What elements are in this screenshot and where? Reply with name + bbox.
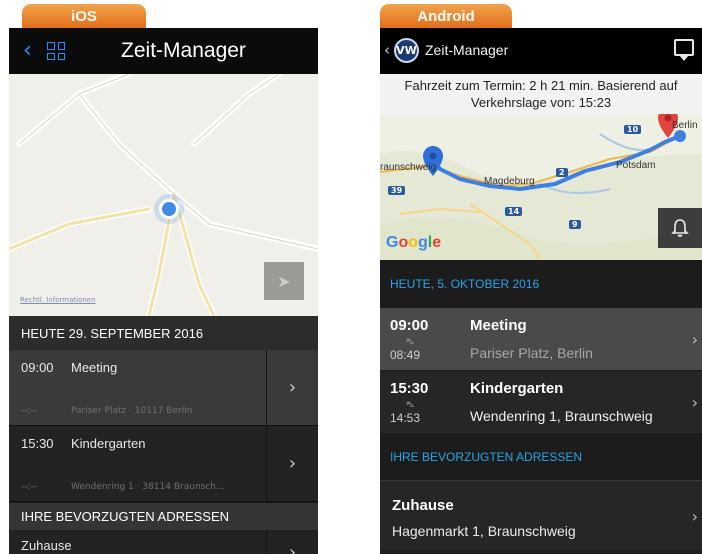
departure-time: --:-- <box>21 482 38 492</box>
favorites-section-header: IHRE BEVORZUGTEN ADRESSEN <box>380 432 702 480</box>
appointment-row[interactable]: 09:00 ⛍ 08:49 Meeting Pariser Platz, Ber… <box>380 308 702 370</box>
android-platform-tag: Android <box>380 4 512 28</box>
appointment-row[interactable]: 15:30 ⛍ 14:53 Kindergarten Wendenring 1,… <box>380 370 702 432</box>
appointment-address: Wendenring 1, Braunschweig <box>470 408 653 424</box>
city-label: Berlin <box>672 120 698 131</box>
grid-menu-icon[interactable] <box>47 42 65 60</box>
car-icon: ⛍ <box>406 400 415 409</box>
appointment-row[interactable]: 15:30 Kindergarten --:-- Wendenring 1 · … <box>9 426 318 502</box>
comparison-stage: iOS Android ‹ Zeit-Manager Rechtl. Infor… <box>0 0 702 554</box>
favorite-address-row[interactable]: Zuhause Hagenmarkt 1, Braunschweig › <box>380 480 702 550</box>
departure-time: --:-- <box>21 406 38 416</box>
appointment-title: Meeting <box>71 360 118 375</box>
travel-time-line: Fahrzeit zum Termin: 2 h 21 min. Basiere… <box>404 78 678 93</box>
appointment-address: Pariser Platz · 10117 Berlin <box>71 406 193 416</box>
google-letter: o <box>398 234 409 251</box>
road-badge: 10 <box>624 125 642 134</box>
page-title: Zeit-Manager <box>425 42 509 58</box>
appointment-title: Kindergarten <box>470 380 564 397</box>
city-label: Magdeburg <box>484 176 535 187</box>
road-badge: 2 <box>556 168 568 177</box>
appointment-row[interactable]: 09:00 Meeting --:-- Pariser Platz · 1011… <box>9 350 318 426</box>
chevron-right-icon[interactable]: › <box>692 393 698 412</box>
google-logo: Google <box>386 234 441 252</box>
bell-icon[interactable] <box>658 208 702 248</box>
chevron-right-icon[interactable]: › <box>266 350 318 425</box>
appointment-time: 09:00 <box>390 317 429 334</box>
favorites-section-header: IHRE BEVORZUGTEN ADRESSEN <box>9 502 318 530</box>
navigation-arrow-icon[interactable]: ➤ <box>264 262 304 300</box>
back-icon[interactable]: ‹ <box>384 41 390 59</box>
favorite-address: Hagenmarkt 1, Braunschweig <box>392 523 576 539</box>
appointment-address: Wendenring 1 · 38114 Braunsch... <box>71 482 225 492</box>
legal-info-link[interactable]: Rechtl. Informationen <box>20 296 96 304</box>
road-badge: 14 <box>505 207 523 216</box>
departure-time: 08:49 <box>390 348 421 362</box>
road-badge: 9 <box>569 220 581 229</box>
traffic-time-line: Verkehrslage von: 15:23 <box>470 95 612 110</box>
favorite-title: Zuhause <box>392 497 454 514</box>
appointment-address: Pariser Platz, Berlin <box>470 345 593 361</box>
city-label: Potsdam <box>616 160 656 171</box>
android-action-bar: ‹ VW Zeit-Manager <box>380 28 702 74</box>
ios-screen: ‹ Zeit-Manager Rechtl. Informationen ➤ H… <box>9 28 318 554</box>
city-label: raunschweig <box>380 162 437 173</box>
ios-map[interactable]: Rechtl. Informationen ➤ <box>9 74 318 316</box>
google-letter: g <box>418 234 428 251</box>
google-letter: G <box>386 234 399 251</box>
today-section-header: HEUTE 29. SEPTEMBER 2016 <box>9 316 318 350</box>
ios-navigation-bar: ‹ Zeit-Manager <box>9 28 318 74</box>
car-icon: ⛍ <box>406 337 415 346</box>
vw-logo: VW <box>394 38 419 63</box>
current-location-dot <box>159 199 179 219</box>
favorite-title: Zuhause <box>21 538 72 553</box>
feedback-chat-icon[interactable] <box>674 39 694 61</box>
ios-platform-tag: iOS <box>22 4 146 28</box>
google-letter: e <box>432 234 442 251</box>
google-letter: o <box>408 234 419 251</box>
today-section-header: HEUTE, 5. OKTOBER 2016 <box>380 260 702 308</box>
bell-glyph <box>671 219 689 237</box>
chevron-right-icon[interactable]: › <box>266 530 318 554</box>
chevron-right-icon[interactable]: › <box>692 507 698 526</box>
road-badge: 39 <box>388 186 406 195</box>
appointment-title: Meeting <box>470 317 527 334</box>
travel-time-banner: Fahrzeit zum Termin: 2 h 21 min. Basiere… <box>380 74 702 114</box>
back-icon[interactable]: ‹ <box>23 38 32 63</box>
appointment-title: Kindergarten <box>71 436 146 451</box>
appointment-time: 15:30 <box>390 380 429 397</box>
departure-time: 14:53 <box>390 411 421 425</box>
android-map[interactable]: raunschweig Magdeburg Potsdam Berlin 10 … <box>380 114 702 260</box>
favorite-address-row[interactable]: Zuhause › <box>9 530 318 554</box>
appointment-time: 15:30 <box>21 436 54 451</box>
android-screen: ‹ VW Zeit-Manager Fahrzeit zum Termin: 2… <box>380 28 702 554</box>
chevron-right-icon[interactable]: › <box>266 426 318 501</box>
appointment-time: 09:00 <box>21 360 54 375</box>
chevron-right-icon[interactable]: › <box>692 330 698 349</box>
